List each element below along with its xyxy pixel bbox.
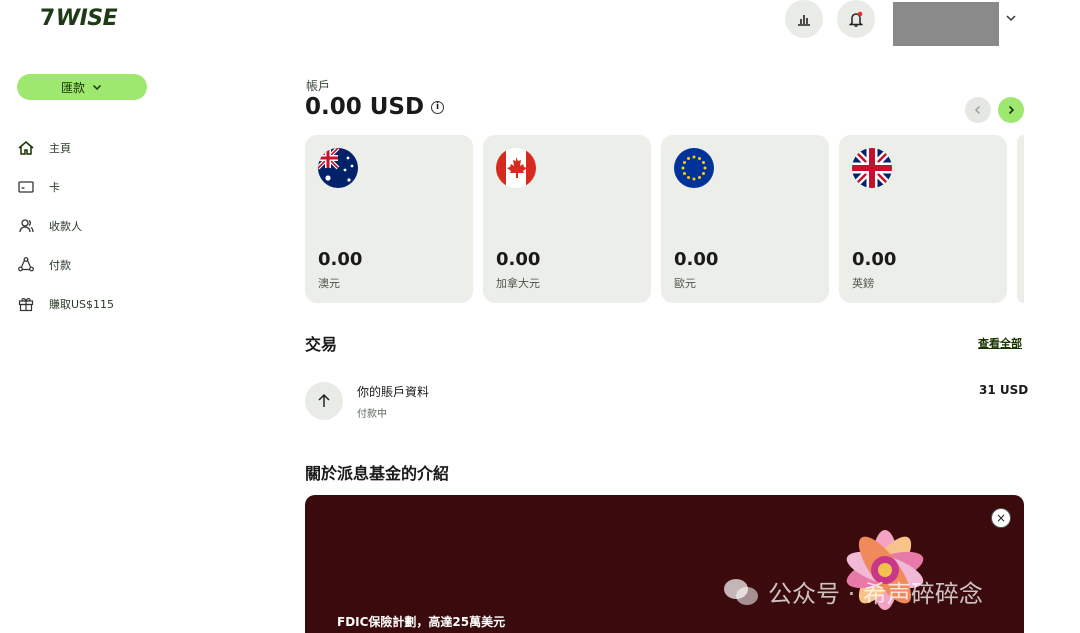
transaction-name[interactable]: 你的賬戶資料 xyxy=(357,383,429,400)
sidebar-item-payments[interactable]: 付款 xyxy=(17,245,114,284)
chevron-down-icon xyxy=(92,84,102,91)
card-amount: 0.00 xyxy=(496,249,541,270)
sidebar-item-label: 賺取US$115 xyxy=(49,297,115,311)
wise-logo[interactable]: 7WISE xyxy=(40,6,118,31)
sidebar-item-earn[interactable]: 賺取US$115 xyxy=(17,284,114,323)
sidebar-item-label: 卡 xyxy=(49,180,60,194)
flower-illustration xyxy=(846,530,924,610)
uk-flag-icon xyxy=(852,148,892,188)
balance-value: 0.00 USD xyxy=(305,94,425,120)
currency-card-next-peek[interactable] xyxy=(1017,135,1024,303)
card-currency: 歐元 xyxy=(674,277,696,290)
watermark: 公众号 · 希声碎碎念 xyxy=(722,574,983,609)
card-amount: 0.00 xyxy=(674,249,719,270)
recipients-icon xyxy=(17,217,35,235)
transactions-title: 交易 xyxy=(305,335,338,354)
transaction-status: 付款中 xyxy=(357,409,387,420)
chevron-down-icon[interactable] xyxy=(1004,11,1018,25)
bar-chart-icon xyxy=(798,15,810,26)
chevron-right-icon xyxy=(1008,105,1015,115)
promo-banner[interactable]: × FDIC保險計劃，高達25萬美元 xyxy=(305,495,1024,633)
currency-card-aud[interactable]: 0.00 澳元 xyxy=(305,135,473,303)
canada-flag-icon xyxy=(496,148,536,188)
see-all-link[interactable]: 查看全部 xyxy=(978,335,1022,351)
sidebar-item-label: 收款人 xyxy=(49,219,82,233)
sidebar-nav: 主頁 卡 收款人 付款 賺取US$115 xyxy=(17,128,114,323)
australia-flag-icon xyxy=(318,148,358,188)
currency-card-cad[interactable]: 0.00 加拿大元 xyxy=(483,135,651,303)
chevron-left-icon xyxy=(974,105,981,115)
currency-card-gbp[interactable]: 0.00 英鎊 xyxy=(839,135,1007,303)
info-icon[interactable]: i xyxy=(431,100,445,114)
send-label: 匯款 xyxy=(60,80,85,95)
watermark-text: 公众号 · 希声碎碎念 xyxy=(768,580,983,608)
about-title: 關於派息基金的介紹 xyxy=(305,464,450,483)
currency-card-eur[interactable]: 0.00 歐元 xyxy=(661,135,829,303)
send-money-button[interactable]: 匯款 xyxy=(17,74,147,100)
account-balance: 0.00 USD i xyxy=(305,94,445,120)
eu-flag-icon xyxy=(674,148,714,188)
carousel-prev-button[interactable] xyxy=(965,97,991,123)
bell-icon xyxy=(848,11,864,27)
sidebar-item-card[interactable]: 卡 xyxy=(17,167,114,206)
card-amount: 0.00 xyxy=(852,249,897,270)
logo-text: WISE xyxy=(55,6,118,31)
carousel-next-button[interactable] xyxy=(998,97,1024,123)
card-icon xyxy=(17,178,35,196)
card-currency: 澳元 xyxy=(318,277,340,290)
home-icon xyxy=(17,139,35,157)
banner-text: FDIC保險計劃，高達25萬美元 xyxy=(337,615,506,629)
transaction-row-icon[interactable] xyxy=(305,382,343,420)
card-currency: 加拿大元 xyxy=(496,277,540,290)
insights-button[interactable] xyxy=(785,0,823,38)
card-currency: 英鎊 xyxy=(852,277,874,290)
payments-icon xyxy=(17,256,35,274)
sidebar-item-home[interactable]: 主頁 xyxy=(17,128,114,167)
arrow-up-icon xyxy=(318,393,330,407)
wechat-icon xyxy=(724,578,758,605)
profile-avatar[interactable] xyxy=(893,2,999,46)
notifications-button[interactable] xyxy=(837,0,875,38)
sidebar-item-label: 付款 xyxy=(49,258,71,272)
logo-mark: 7 xyxy=(40,6,55,31)
sidebar-item-label: 主頁 xyxy=(49,141,71,155)
card-amount: 0.00 xyxy=(318,249,363,270)
close-icon[interactable]: × xyxy=(991,508,1011,528)
account-label: 帳戶 xyxy=(306,79,331,93)
transaction-amount: 31 USD xyxy=(979,383,1029,397)
sidebar-item-recipients[interactable]: 收款人 xyxy=(17,206,114,245)
gift-icon xyxy=(17,295,35,313)
